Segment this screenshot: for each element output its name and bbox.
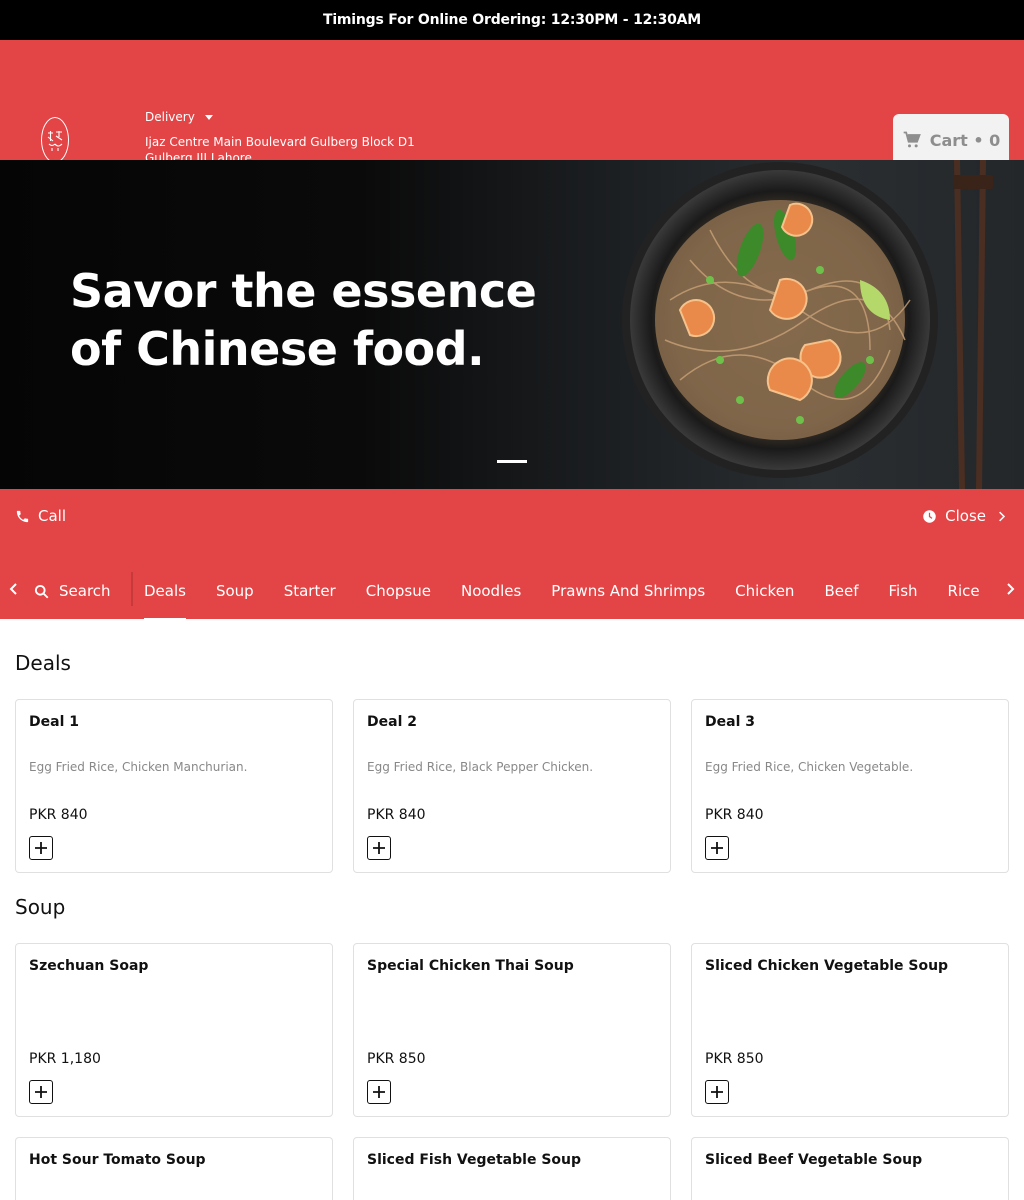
site-header: Delivery Ijaz Centre Main Boulevard Gulb… bbox=[0, 40, 1024, 166]
clock-icon bbox=[923, 509, 936, 523]
tab-starter[interactable]: Starter bbox=[284, 582, 336, 600]
tab-rice[interactable]: Rice bbox=[948, 582, 980, 600]
tab-noodles[interactable]: Noodles bbox=[461, 582, 521, 600]
plus-icon bbox=[35, 1086, 47, 1098]
item-name: Sliced Chicken Vegetable Soup bbox=[705, 958, 949, 974]
status-label: Close bbox=[945, 507, 986, 525]
tab-chicken[interactable]: Chicken bbox=[735, 582, 794, 600]
tab-prawns-and-shrimps[interactable]: Prawns And Shrimps bbox=[551, 582, 705, 600]
delivery-mode-dropdown[interactable]: Delivery bbox=[145, 110, 213, 124]
tab-chopsue[interactable]: Chopsue bbox=[366, 582, 431, 600]
item-name: Sliced Fish Vegetable Soup bbox=[367, 1152, 582, 1168]
section-title-soup: Soup bbox=[15, 895, 66, 919]
item-name: Hot Sour Tomato Soup bbox=[29, 1152, 206, 1168]
item-name: Deal 2 bbox=[367, 714, 417, 730]
tab-fish[interactable]: Fish bbox=[888, 582, 917, 600]
item-price: PKR 840 bbox=[367, 807, 426, 823]
cart-icon bbox=[903, 131, 921, 148]
phone-icon bbox=[16, 510, 29, 522]
item-price: PKR 840 bbox=[29, 807, 88, 823]
plus-icon bbox=[373, 1086, 385, 1098]
chevron-left-icon[interactable] bbox=[8, 583, 20, 595]
call-button[interactable]: Call bbox=[15, 507, 66, 525]
search-label: Search bbox=[59, 582, 111, 600]
cart-button[interactable]: Cart • 0 bbox=[893, 114, 1009, 166]
hero-headline: Savor the essence of Chinese food. bbox=[70, 262, 537, 378]
menu-item-card[interactable]: Deal 3 Egg Fried Rice, Chicken Vegetable… bbox=[691, 699, 1009, 873]
add-to-cart-button[interactable] bbox=[705, 836, 729, 860]
add-to-cart-button[interactable] bbox=[29, 836, 53, 860]
add-to-cart-button[interactable] bbox=[705, 1080, 729, 1104]
item-name: Deal 3 bbox=[705, 714, 755, 730]
tab-beef[interactable]: Beef bbox=[824, 582, 858, 600]
search-button[interactable]: Search bbox=[34, 582, 111, 600]
item-name: Special Chicken Thai Soup bbox=[367, 958, 574, 974]
menu-item-card[interactable]: Sliced Beef Vegetable Soup bbox=[691, 1137, 1009, 1200]
tab-deals[interactable]: Deals bbox=[144, 582, 186, 619]
item-price: PKR 850 bbox=[367, 1051, 426, 1067]
plus-icon bbox=[35, 842, 47, 854]
chevron-right-icon[interactable] bbox=[1004, 583, 1016, 595]
hero-banner[interactable]: Savor the essence of Chinese food. bbox=[0, 160, 1024, 489]
menu-item-card[interactable]: Deal 1 Egg Fried Rice, Chicken Manchuria… bbox=[15, 699, 333, 873]
item-price: PKR 1,180 bbox=[29, 1051, 101, 1067]
chopsticks-image bbox=[953, 160, 993, 489]
section-title-deals: Deals bbox=[15, 651, 71, 675]
timings-text: Timings For Online Ordering: 12:30PM - 1… bbox=[322, 12, 702, 28]
item-name: Sliced Beef Vegetable Soup bbox=[705, 1152, 923, 1168]
menu-item-card[interactable]: Special Chicken Thai Soup PKR 850 bbox=[353, 943, 671, 1117]
hero-line-2: of Chinese food. bbox=[70, 322, 485, 376]
item-name: Szechuan Soap bbox=[29, 958, 149, 974]
delivery-label: Delivery bbox=[145, 110, 195, 124]
restaurant-logo[interactable] bbox=[41, 117, 69, 163]
info-bar: Call Close bbox=[0, 489, 1024, 545]
add-to-cart-button[interactable] bbox=[367, 836, 391, 860]
menu-item-card[interactable]: Sliced Chicken Vegetable Soup PKR 850 bbox=[691, 943, 1009, 1117]
category-nav: Search Deals Soup Starter Chopsue Noodle… bbox=[0, 545, 1024, 619]
plus-icon bbox=[711, 1086, 723, 1098]
logo-icon bbox=[47, 131, 63, 151]
menu-item-card[interactable]: Deal 2 Egg Fried Rice, Black Pepper Chic… bbox=[353, 699, 671, 873]
call-label: Call bbox=[38, 507, 67, 525]
menu-item-card[interactable]: Hot Sour Tomato Soup bbox=[15, 1137, 333, 1200]
item-price: PKR 840 bbox=[705, 807, 764, 823]
ordering-timings-banner: Timings For Online Ordering: 12:30PM - 1… bbox=[0, 0, 1024, 40]
add-to-cart-button[interactable] bbox=[29, 1080, 53, 1104]
cart-label: Cart • 0 bbox=[929, 130, 1001, 150]
chevron-right-icon bbox=[999, 511, 1006, 521]
nav-divider bbox=[131, 572, 133, 606]
item-description: Egg Fried Rice, Black Pepper Chicken. bbox=[367, 760, 594, 774]
caret-down-icon bbox=[204, 114, 213, 120]
menu-item-card[interactable]: Szechuan Soap PKR 1,180 bbox=[15, 943, 333, 1117]
item-name: Deal 1 bbox=[29, 714, 79, 730]
opening-status[interactable]: Close bbox=[922, 507, 1009, 525]
search-icon bbox=[34, 584, 49, 598]
category-tabs: Deals Soup Starter Chopsue Noodles Prawn… bbox=[144, 582, 980, 619]
item-price: PKR 850 bbox=[705, 1051, 764, 1067]
plus-icon bbox=[373, 842, 385, 854]
carousel-indicator[interactable] bbox=[497, 460, 527, 463]
plus-icon bbox=[711, 842, 723, 854]
add-to-cart-button[interactable] bbox=[367, 1080, 391, 1104]
item-description: Egg Fried Rice, Chicken Vegetable. bbox=[705, 760, 914, 774]
hero-line-1: Savor the essence bbox=[70, 264, 537, 318]
item-description: Egg Fried Rice, Chicken Manchurian. bbox=[29, 760, 248, 774]
noodle-bowl-image bbox=[622, 162, 938, 478]
menu-item-card[interactable]: Sliced Fish Vegetable Soup bbox=[353, 1137, 671, 1200]
tab-soup[interactable]: Soup bbox=[216, 582, 254, 600]
